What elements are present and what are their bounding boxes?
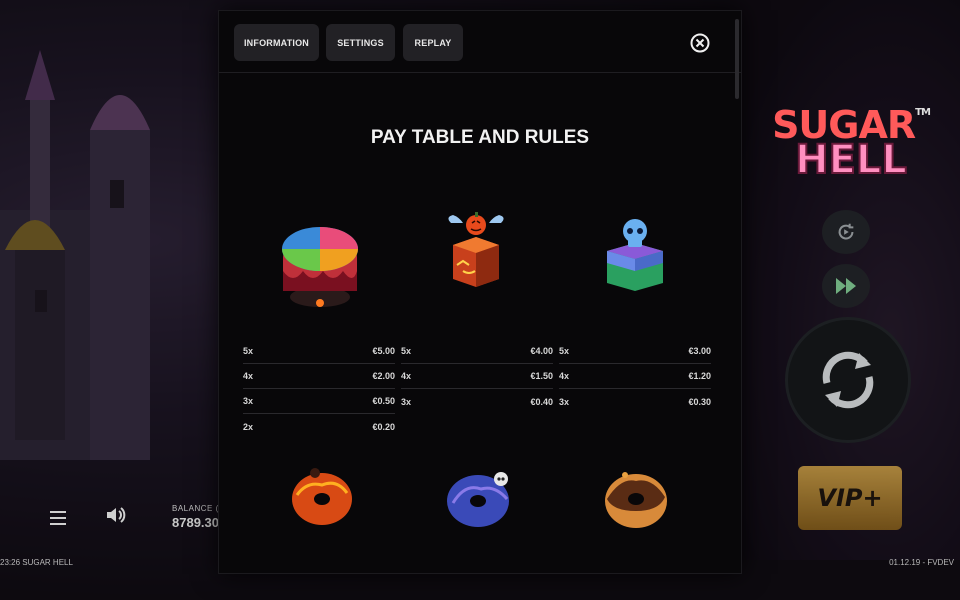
table-row: 5x €4.00 [401,339,553,364]
table-row: 3x €0.50 [243,389,395,414]
symbol-count: 5x [243,346,254,356]
payout-value: €1.50 [530,371,553,381]
paytable-column-pumpkin-cube: 5x €4.00 4x €1.50 3x €0.40 [401,339,553,414]
fast-forward-icon [836,278,856,294]
chocolate-donut-icon [605,472,667,528]
menu-icon-bar-middle [50,517,66,519]
version-label: 01.12.19 - FVDEV [889,558,954,567]
balance-value: 8789.30 [172,515,219,530]
close-icon[interactable] [689,32,711,54]
tab-settings[interactable]: SETTINGS [326,24,395,61]
red-donut-icon [292,468,352,525]
logo-text-hell: HELL [794,137,908,184]
symbol-count: 4x [401,371,412,381]
autoplay-button[interactable] [822,210,870,254]
tab-replay[interactable]: REPLAY [403,24,463,61]
spin-arrows-icon [822,351,874,409]
paytable-column-rainbow-cake: 5x €5.00 4x €2.00 3x €0.50 2x €0.20 [243,339,395,439]
rainbow-cake-icon [282,227,358,307]
tab-information[interactable]: INFORMATION [234,24,319,61]
payout-value: €1.20 [688,371,711,381]
spin-button[interactable] [788,320,908,440]
payout-value: €3.00 [688,346,711,356]
skull-jelly-cube-icon [607,219,663,291]
payout-value: €0.40 [530,396,553,407]
payout-value: €0.50 [372,396,395,406]
scrollbar[interactable] [735,19,739,99]
payout-value: €0.30 [688,396,711,407]
symbol-count: 3x [401,396,412,407]
menu-button[interactable] [38,500,78,536]
clock-and-game-name: 23:26 SUGAR HELL [0,558,73,567]
table-row: 4x €1.50 [401,364,553,389]
symbol-count: 5x [401,346,412,356]
blue-eyeball-donut-icon [447,472,509,527]
symbol-count: 2x [243,421,254,432]
autoplay-icon [838,223,854,240]
payout-value: €4.00 [530,346,553,356]
table-row: 2x €0.20 [243,414,395,439]
sugar-hell-logo: SUGARTM HELL [766,106,936,184]
balance-label: BALANCE ( [172,504,219,513]
vip-button[interactable]: VIP+ [798,466,902,530]
paytable-dialog: INFORMATION SETTINGS REPLAY PAY TABLE AN… [218,10,742,574]
turbo-button[interactable] [822,264,870,308]
table-row: 3x €0.30 [559,389,711,414]
symbol-count: 3x [559,396,570,407]
payout-value: €0.20 [372,421,395,432]
table-row: 4x €2.00 [243,364,395,389]
table-row: 4x €1.20 [559,364,711,389]
table-row: 5x €5.00 [243,339,395,364]
symbol-count: 3x [243,396,254,406]
symbol-count: 4x [243,371,254,381]
payout-value: €2.00 [372,371,395,381]
page-title: PAY TABLE AND RULES [370,127,590,148]
table-row: 5x €3.00 [559,339,711,364]
pumpkin-jelly-cube-icon [448,212,504,287]
game-background: SUGARTM HELL VIP+ BALANCE ( 8789.30 23:2… [0,0,960,600]
trademark-mark: TM [915,107,931,118]
symbol-count: 5x [559,346,570,356]
menu-icon-bar-bottom [50,523,66,525]
payout-value: €5.00 [372,346,395,356]
menu-icon-bar-top [50,511,66,513]
paytable-column-skull-cube: 5x €3.00 4x €1.20 3x €0.30 [559,339,711,414]
table-row: 3x €0.40 [401,389,553,414]
dialog-header: INFORMATION SETTINGS REPLAY [219,11,741,73]
sound-icon[interactable] [104,503,128,527]
symbol-count: 4x [559,371,570,381]
